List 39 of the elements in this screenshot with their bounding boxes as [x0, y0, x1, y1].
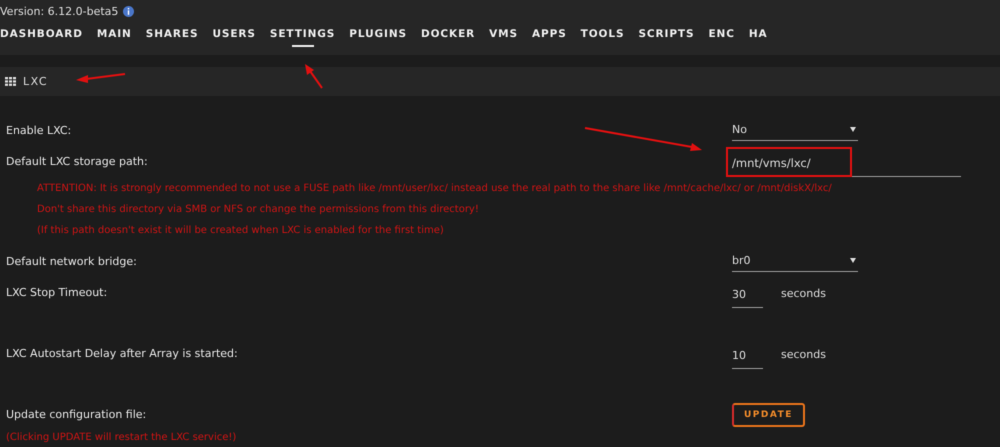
dropdown[interactable]: No: [732, 119, 858, 141]
setting-label: LXC Autostart Delay after Array is started:: [5, 347, 239, 361]
nav-tab[interactable]: VMS: [489, 28, 518, 49]
nav-tab[interactable]: SCRIPTS: [638, 28, 694, 49]
dropdown[interactable]: br0: [732, 250, 858, 272]
setting-label: Default LXC storage path:: [5, 155, 149, 169]
unit-label: seconds: [781, 287, 826, 300]
nav-tab[interactable]: USERS: [212, 28, 256, 49]
warning-text: ATTENTION: It is strongly recommended to not use a FUSE path like /mnt/user/lxc/ instead use the real path to the share like /mnt/cache/lxc/ or /mnt/diskX/lxc/: [37, 183, 832, 194]
path-field[interactable]: /mnt/vms/lxc/: [732, 150, 961, 177]
number-field[interactable]: 10: [732, 342, 763, 369]
nav-tab[interactable]: MAIN: [96, 28, 132, 49]
setting-label: Update configuration file:: [5, 408, 148, 422]
annotation-arrow: [305, 64, 323, 89]
info-icon[interactable]: [123, 6, 134, 16]
grid-icon: [5, 77, 16, 86]
setting-label: Default network bridge:: [5, 255, 138, 269]
nav-tab[interactable]: APPS: [532, 28, 567, 49]
warning-text: (Clicking UPDATE will restart the LXC service!): [6, 432, 236, 443]
nav-tab[interactable]: TOOLS: [580, 28, 624, 49]
setting-label: LXC Stop Timeout:: [5, 286, 108, 300]
nav-tab[interactable]: ENC: [708, 28, 735, 49]
version-text: Version: 6.12.0-beta5: [0, 4, 118, 18]
section-title: LXC: [23, 75, 48, 88]
caret-icon: [850, 127, 856, 132]
caret-icon: [850, 258, 856, 263]
update-button[interactable]: UPDATE: [732, 403, 805, 427]
nav-tab[interactable]: PLUGINS: [349, 28, 407, 49]
nav-tab[interactable]: DASHBOARD: [0, 28, 83, 49]
annotation-arrow: [76, 73, 126, 83]
nav-tab[interactable]: HA: [748, 28, 768, 49]
nav-tab[interactable]: SETTINGS: [270, 28, 336, 49]
setting-label: Enable LXC:: [5, 124, 72, 138]
nav-tab[interactable]: DOCKER: [420, 28, 476, 49]
unit-label: seconds: [781, 348, 826, 361]
nav-tab[interactable]: SHARES: [146, 28, 198, 49]
warning-text: Don't share this directory via SMB or NFS or change the permissions from this directory!: [37, 204, 479, 215]
warning-text: (If this path doesn't exist it will be created when LXC is enabled for the first time): [37, 225, 444, 236]
number-field[interactable]: 30: [732, 281, 763, 308]
